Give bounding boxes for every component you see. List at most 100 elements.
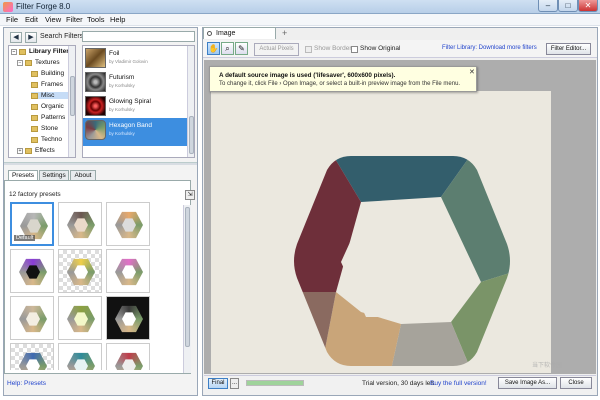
maximize-button[interactable]: □: [558, 0, 578, 12]
tab-image[interactable]: Image: [203, 27, 276, 39]
preset-thumb[interactable]: [106, 296, 150, 340]
filter-list-scrollbar[interactable]: [187, 46, 194, 157]
trial-text: Trial version, 30 days left.: [362, 380, 436, 387]
preset-thumb[interactable]: [10, 343, 54, 370]
category-tree: − Library Filters − Textures Building Fram…: [8, 45, 76, 158]
preset-thumb[interactable]: [58, 343, 102, 370]
render-progress: [246, 380, 304, 386]
back-button[interactable]: ◀: [10, 32, 22, 43]
search-label: Search Filters:: [40, 33, 86, 40]
menu-tools[interactable]: Tools: [87, 15, 105, 24]
title-bar: Filter Forge 8.0 – □ ✕: [0, 0, 600, 14]
scrollbar-thumb[interactable]: [70, 76, 75, 116]
menu-view[interactable]: View: [45, 15, 61, 24]
menu-filter[interactable]: Filter: [66, 15, 83, 24]
preset-thumb[interactable]: [58, 202, 102, 246]
app-icon: [3, 2, 13, 12]
presets-count: 12 factory presets: [9, 191, 61, 198]
filter-list: Foil by Vladimir Golovin Futurism by Kor…: [82, 45, 195, 158]
menu-file[interactable]: File: [6, 15, 18, 24]
preset-thumb[interactable]: Default: [10, 202, 54, 246]
filter-name: Hexagon Band: [109, 122, 153, 129]
tab-settings[interactable]: Settings: [39, 170, 69, 180]
folder-icon: [31, 70, 38, 77]
show-border-checkbox[interactable]: [305, 46, 312, 53]
show-original-label: Show Original: [360, 45, 401, 52]
minimize-button[interactable]: –: [538, 0, 558, 12]
filter-thumbnail: [85, 48, 106, 68]
final-button[interactable]: Final: [208, 378, 228, 389]
hand-tool-button[interactable]: ✋: [207, 42, 220, 55]
filter-library-link[interactable]: Filter Library: Download more filters: [442, 45, 537, 51]
folder-icon: [31, 136, 38, 143]
folder-icon: [31, 125, 38, 132]
tree-item-label: Building: [41, 70, 65, 77]
forward-button[interactable]: ▶: [25, 32, 37, 43]
preset-thumb[interactable]: [106, 202, 150, 246]
preset-thumb[interactable]: [106, 249, 150, 293]
tooltip-body: To change it, click File › Open Image, o…: [219, 81, 461, 87]
hexagon-band-preview: [294, 156, 510, 366]
menu-edit[interactable]: Edit: [25, 15, 38, 24]
tree-item-label: Misc: [41, 92, 55, 99]
folder-icon: [31, 114, 38, 121]
folder-icon: [25, 59, 32, 66]
search-filters-input[interactable]: [82, 31, 195, 42]
hexagon-hole: [341, 207, 463, 317]
show-border-label: Show Border: [314, 45, 352, 52]
preset-thumb[interactable]: [10, 296, 54, 340]
menu-bar: File Edit View Filter Tools Help: [0, 14, 600, 26]
expand-icon[interactable]: +: [17, 147, 23, 154]
filter-name: Foil: [109, 50, 120, 57]
tree-item-textures[interactable]: − Textures: [17, 59, 60, 66]
filter-editor-button[interactable]: Filter Editor...: [546, 43, 591, 55]
presets-view-button[interactable]: ⇲: [185, 190, 195, 200]
collapse-icon[interactable]: −: [11, 48, 17, 55]
folder-icon: [31, 92, 38, 99]
folder-icon: [31, 103, 38, 110]
help-presets-link[interactable]: Help: Presets: [7, 380, 46, 387]
info-tooltip: A default source image is used ('lifesav…: [209, 66, 477, 92]
close-window-button[interactable]: ✕: [578, 0, 598, 12]
scrollbar-thumb[interactable]: [185, 207, 190, 347]
filter-item-futurism[interactable]: Futurism by Korhulsky: [83, 70, 187, 94]
eyedropper-tool-button[interactable]: ✎: [235, 42, 248, 55]
filter-item-glowing-spiral[interactable]: Glowing Spiral by Korhulsky: [83, 94, 187, 118]
tree-item-label: Techno: [41, 136, 62, 143]
preset-thumb[interactable]: [58, 249, 102, 293]
tree-item-effects[interactable]: + Effects: [17, 147, 55, 154]
filter-thumbnail: [85, 96, 106, 116]
buy-link[interactable]: Buy the full version!: [430, 380, 487, 387]
presets-scrollbar[interactable]: [183, 205, 191, 373]
tooltip-close-icon[interactable]: ✕: [469, 68, 475, 76]
save-image-button[interactable]: Save Image As...: [498, 377, 557, 389]
new-tab-button[interactable]: +: [282, 28, 287, 38]
preset-thumb[interactable]: [10, 249, 54, 293]
preset-thumb[interactable]: [106, 343, 150, 370]
tree-scrollbar[interactable]: [68, 46, 75, 157]
render-options-button[interactable]: ...: [230, 378, 239, 389]
filter-thumbnail: [85, 120, 106, 140]
filter-item-hexagon-band[interactable]: Hexagon Band by Korhulsky: [83, 118, 187, 146]
preset-thumb[interactable]: [58, 296, 102, 340]
default-badge: Default: [14, 235, 36, 241]
scrollbar-thumb[interactable]: [189, 116, 194, 154]
tree-item-misc[interactable]: Misc: [31, 92, 71, 99]
tree-item-label: Library Filters: [29, 48, 73, 55]
filter-author: by Korhulsky: [109, 131, 135, 136]
presets-grid: Default: [8, 202, 180, 370]
pane-splitter[interactable]: [4, 162, 197, 165]
filter-thumbnail: [85, 72, 106, 92]
actual-pixels-button[interactable]: Actual Pixels: [254, 43, 299, 56]
collapse-icon[interactable]: −: [17, 59, 23, 66]
watermark: 当下软件园: [532, 363, 563, 369]
window-title: Filter Forge 8.0: [16, 2, 71, 11]
tooltip-title: A default source image is used ('lifesav…: [219, 72, 396, 79]
zoom-tool-button[interactable]: ⌕: [221, 42, 234, 55]
tree-item-library-filters[interactable]: − Library Filters: [11, 48, 72, 55]
close-button[interactable]: Close: [560, 377, 592, 389]
show-original-checkbox[interactable]: [351, 46, 358, 53]
menu-help[interactable]: Help: [110, 15, 125, 24]
filter-item-foil[interactable]: Foil by Vladimir Golovin: [83, 46, 187, 70]
tab-about[interactable]: About: [70, 170, 96, 180]
